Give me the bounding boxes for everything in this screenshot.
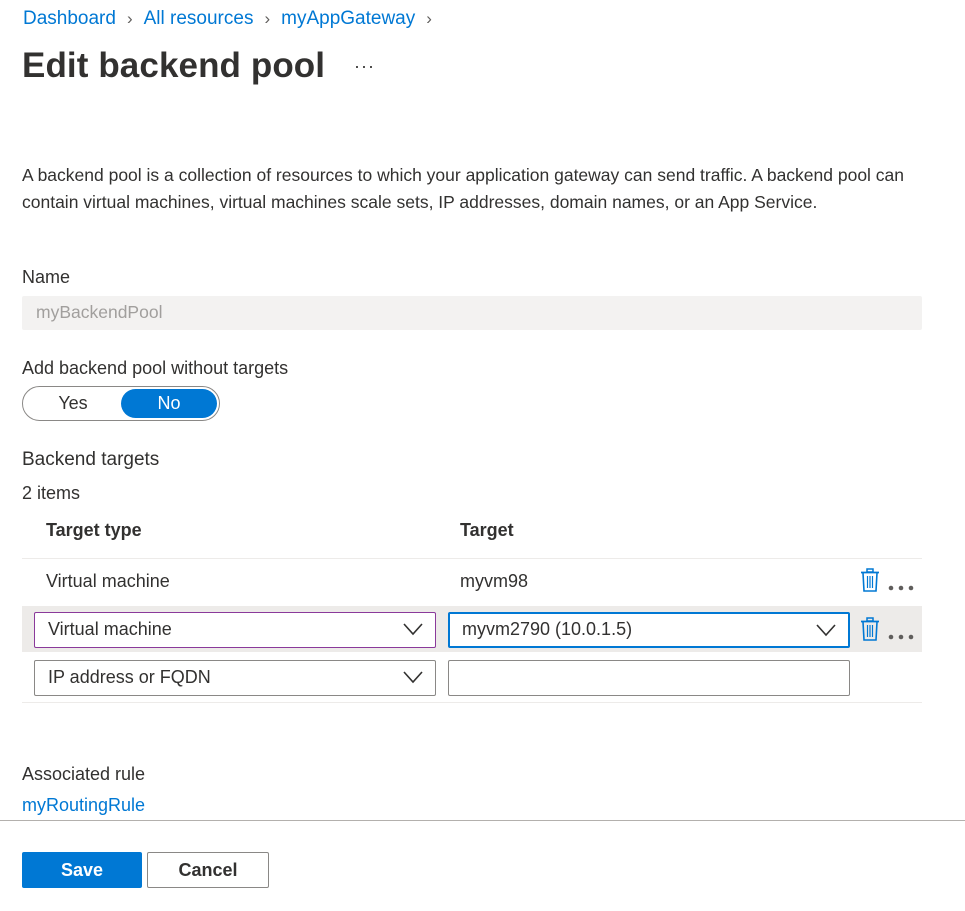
chevron-down-icon <box>816 624 836 637</box>
row-2-target-type-value: Virtual machine <box>48 619 172 639</box>
chevron-right-icon: › <box>426 9 432 28</box>
row-2-target-dropdown[interactable]: myvm2790 (10.0.1.5) <box>448 612 850 648</box>
row-1-more-button[interactable] <box>888 578 914 596</box>
toggle-option-yes[interactable]: Yes <box>25 389 121 418</box>
save-button[interactable]: Save <box>22 852 142 888</box>
trash-icon <box>861 617 879 641</box>
without-targets-label: Add backend pool without targets <box>22 358 289 378</box>
row-1-target: myvm98 <box>460 571 529 591</box>
page-title: Edit backend pool <box>22 46 326 85</box>
name-label: Name <box>22 267 71 287</box>
ellipsis-icon <box>888 634 914 640</box>
breadcrumb: Dashboard › All resources › myAppGateway… <box>23 8 443 30</box>
delete-row-2-button[interactable] <box>860 617 880 646</box>
toggle-option-no[interactable]: No <box>121 389 217 418</box>
associated-rule-label: Associated rule <box>22 764 146 784</box>
without-targets-toggle: Yes No <box>22 386 220 421</box>
chevron-down-icon <box>403 671 423 684</box>
name-field[interactable]: myBackendPool <box>22 296 922 330</box>
cancel-button[interactable]: Cancel <box>147 852 269 888</box>
chevron-right-icon: › <box>126 9 133 28</box>
more-actions-button[interactable]: ··· <box>354 56 375 77</box>
items-count: 2 items <box>22 483 81 503</box>
breadcrumb-myappgateway[interactable]: myAppGateway <box>281 8 415 30</box>
trash-icon <box>861 568 879 592</box>
delete-row-1-button[interactable] <box>860 568 880 597</box>
footer-divider <box>0 820 965 821</box>
row-1-target-type: Virtual machine <box>46 571 170 591</box>
row-3-target-type-value: IP address or FQDN <box>48 667 211 687</box>
chevron-down-icon <box>403 623 423 636</box>
backend-targets-label: Backend targets <box>22 449 160 470</box>
page-description: A backend pool is a collection of resour… <box>22 165 905 212</box>
column-header-target-type: Target type <box>46 520 142 540</box>
breadcrumb-dashboard[interactable]: Dashboard <box>23 8 116 30</box>
associated-rule-link[interactable]: myRoutingRule <box>22 795 145 816</box>
chevron-right-icon: › <box>264 9 271 28</box>
divider <box>22 702 922 703</box>
divider <box>22 558 922 559</box>
column-header-target: Target <box>460 520 514 540</box>
row-3-target-type-dropdown[interactable]: IP address or FQDN <box>34 660 436 696</box>
row-2-target-type-dropdown[interactable]: Virtual machine <box>34 612 436 648</box>
breadcrumb-all-resources[interactable]: All resources <box>144 8 254 30</box>
row-3-target-input[interactable] <box>448 660 850 696</box>
row-2-more-button[interactable] <box>888 627 914 645</box>
row-2-target-value: myvm2790 (10.0.1.5) <box>462 619 633 639</box>
ellipsis-icon <box>888 585 914 591</box>
